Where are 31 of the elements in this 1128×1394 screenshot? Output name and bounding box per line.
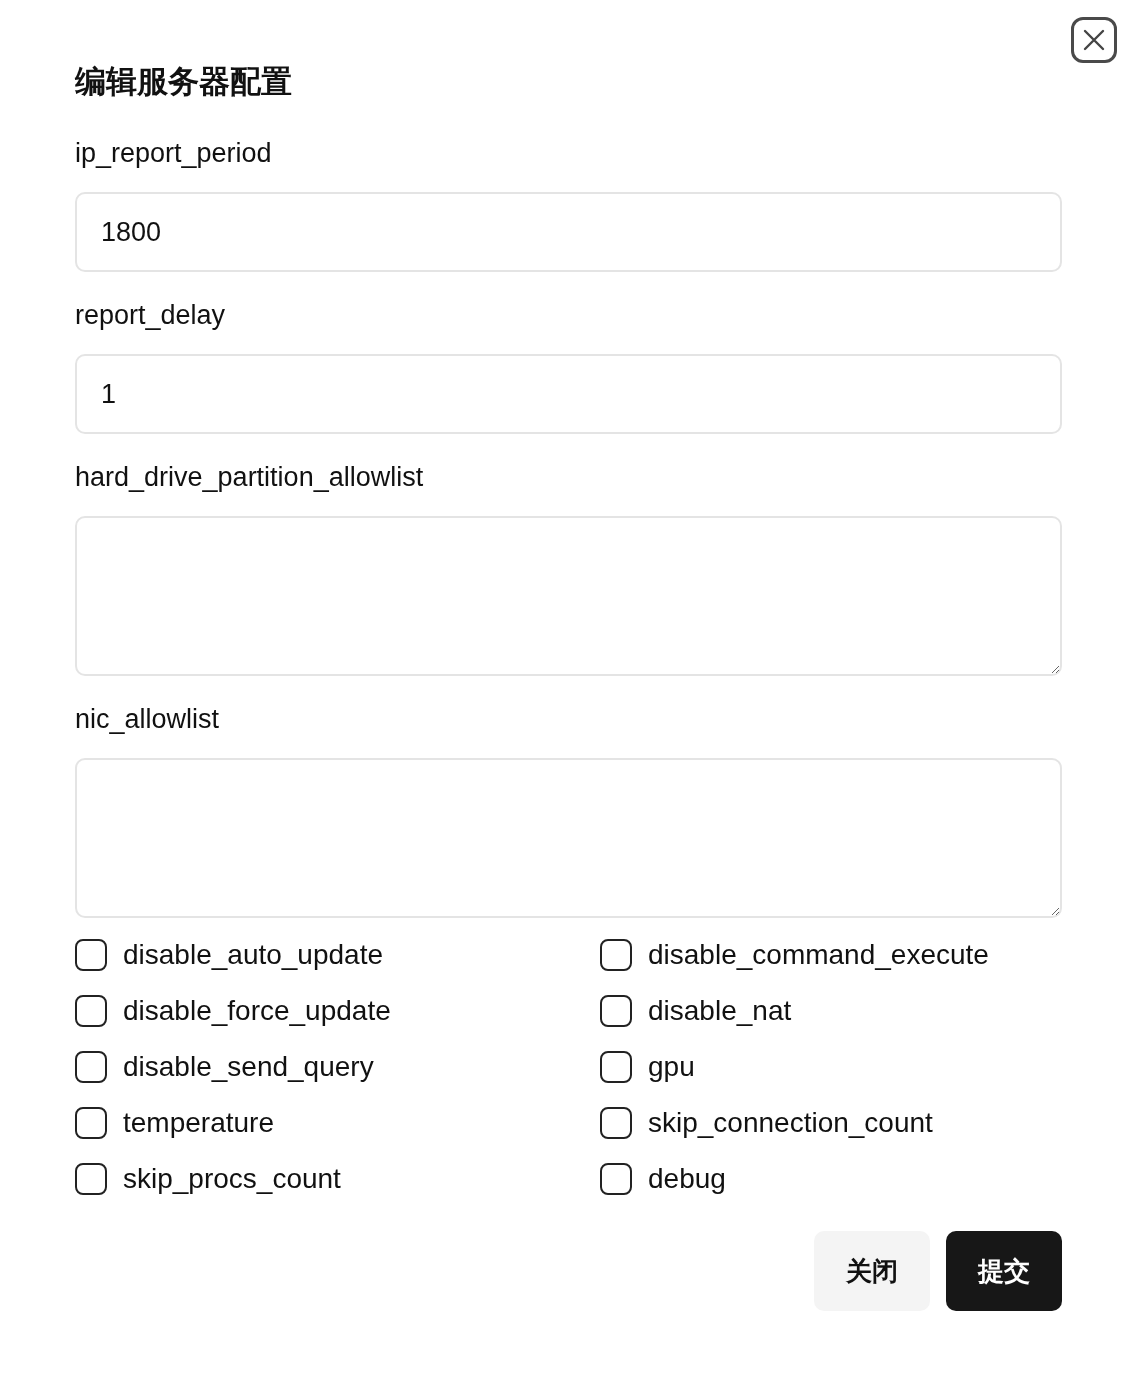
- close-icon: [1083, 29, 1105, 51]
- checkbox-label: disable_force_update: [123, 994, 391, 1028]
- checkbox[interactable]: [75, 1107, 107, 1139]
- checkbox[interactable]: [75, 939, 107, 971]
- checkbox[interactable]: [600, 1107, 632, 1139]
- checkbox-label: disable_nat: [648, 994, 792, 1028]
- input-field[interactable]: 1: [75, 354, 1062, 434]
- checkbox-label: skip_connection_count: [648, 1106, 933, 1140]
- cancel-button[interactable]: 关闭: [814, 1231, 930, 1311]
- checkbox[interactable]: [75, 1051, 107, 1083]
- checkbox[interactable]: [600, 995, 632, 1027]
- input-field[interactable]: 1800: [75, 192, 1062, 272]
- checkbox-label: disable_auto_update: [123, 938, 383, 972]
- field-label: nic_allowlist: [75, 703, 221, 736]
- checkbox-label: disable_send_query: [123, 1050, 374, 1084]
- checkbox-label: debug: [648, 1162, 726, 1196]
- checkbox[interactable]: [75, 995, 107, 1027]
- checkbox-label: gpu: [648, 1050, 695, 1084]
- field-label: ip_report_period: [75, 137, 273, 170]
- checkbox-label: disable_command_execute: [648, 938, 989, 972]
- checkbox[interactable]: [600, 1051, 632, 1083]
- checkbox[interactable]: [600, 1163, 632, 1195]
- checkbox-label: temperature: [123, 1106, 274, 1140]
- checkbox-label: skip_procs_count: [123, 1162, 341, 1196]
- submit-button[interactable]: 提交: [946, 1231, 1062, 1311]
- checkbox[interactable]: [600, 939, 632, 971]
- field-label: hard_drive_partition_allowlist: [75, 461, 425, 494]
- field-label: report_delay: [75, 299, 227, 332]
- close-button[interactable]: [1071, 17, 1117, 63]
- checkbox[interactable]: [75, 1163, 107, 1195]
- dialog-title: 编辑服务器配置: [75, 63, 293, 101]
